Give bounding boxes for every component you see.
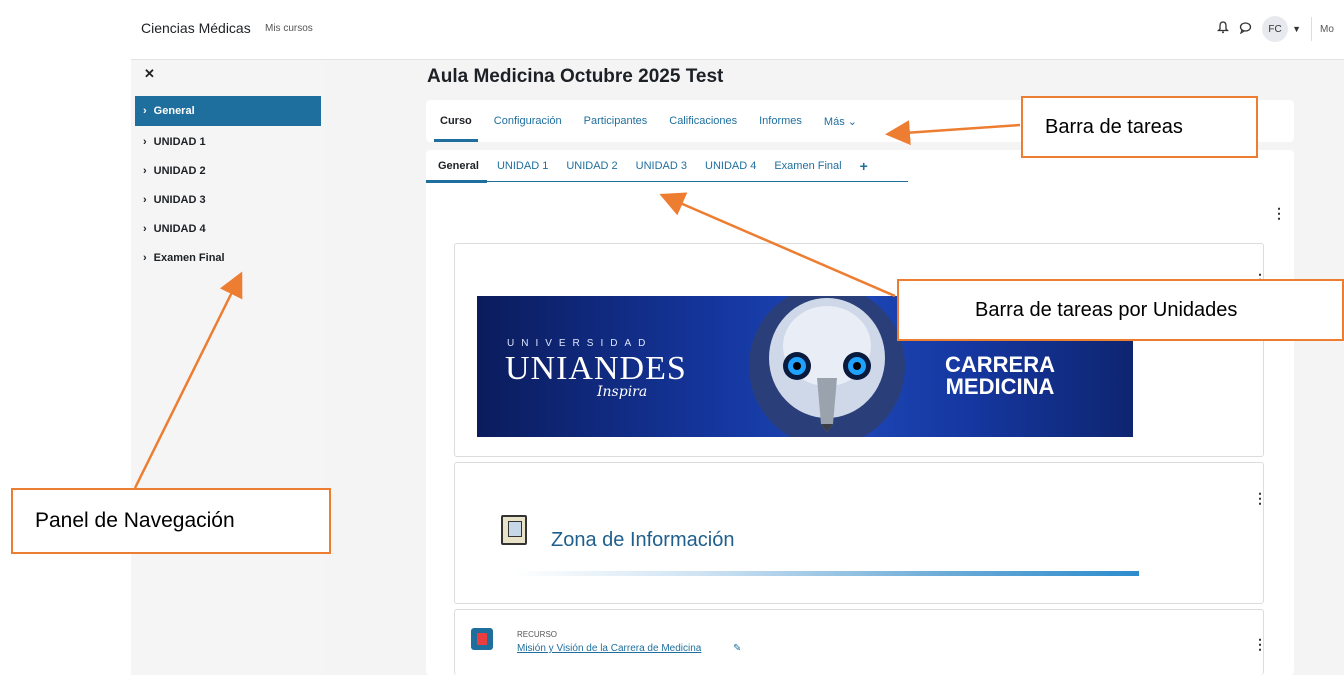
- drawer-item-label: UNIDAD 1: [153, 135, 206, 148]
- banner-tagline: Inspira: [597, 384, 648, 400]
- bell-icon[interactable]: [1212, 21, 1234, 37]
- unit-tabs: General UNIDAD 1 UNIDAD 2 UNIDAD 3 UNIDA…: [426, 150, 908, 183]
- callout-barra-tareas: Barra de tareas: [1021, 96, 1258, 158]
- banner-section: ⋮ UNIVERSIDAD UNIANDES Inspira CARRERA M…: [454, 243, 1267, 457]
- zona-informacion-title: Zona de Información: [551, 529, 735, 551]
- unit-tab-unidad-1[interactable]: UNIDAD 1: [497, 150, 548, 182]
- drawer-item-general[interactable]: › General: [135, 96, 321, 126]
- message-bubble-icon[interactable]: [1234, 21, 1256, 37]
- banner-carrera-line1: CARRERA: [945, 352, 1055, 377]
- drawer-item-label: General: [153, 105, 195, 117]
- site-name-link[interactable]: Ciencias Médicas: [141, 20, 251, 36]
- tab-curso[interactable]: Curso: [434, 100, 478, 142]
- resource-type-label: RECURSO: [517, 630, 558, 639]
- zona-informacion-section: ⋮ Zona de Información: [454, 462, 1267, 604]
- zona-divider-bar: [513, 571, 1139, 576]
- top-navbar: Ciencias Médicas Mis cursos FC ▼ Mo: [131, 0, 1344, 60]
- unit-tab-examen-final[interactable]: Examen Final: [774, 150, 841, 182]
- unit-tab-unidad-2[interactable]: UNIDAD 2: [566, 150, 617, 182]
- chevron-down-icon[interactable]: ▼: [1292, 24, 1301, 34]
- chevron-right-icon: ›: [143, 105, 147, 117]
- unit-tab-general[interactable]: General: [426, 150, 487, 183]
- drawer-item-unidad-1[interactable]: › UNIDAD 1: [135, 127, 321, 156]
- banner-carrera-line2: MEDICINA: [945, 374, 1055, 399]
- drawer-item-label: UNIDAD 3: [153, 193, 206, 206]
- section-menu-icon[interactable]: ⋮: [1272, 206, 1286, 220]
- chevron-right-icon: ›: [143, 135, 147, 148]
- resource-menu-icon[interactable]: ⋮: [1253, 637, 1267, 651]
- unit-tab-unidad-3[interactable]: UNIDAD 3: [636, 150, 687, 182]
- profile-card-icon: [501, 515, 527, 545]
- tab-mas[interactable]: Más ⌄: [824, 100, 857, 142]
- navbar-user-area: FC ▼ Mo: [1212, 14, 1344, 44]
- drawer-item-label: Examen Final: [153, 251, 225, 264]
- drawer-item-label: UNIDAD 4: [153, 222, 206, 235]
- chevron-right-icon: ›: [143, 193, 147, 206]
- tab-informes[interactable]: Informes: [759, 100, 802, 142]
- pencil-edit-icon[interactable]: ✎: [733, 643, 741, 654]
- course-content-card: General UNIDAD 1 UNIDAD 2 UNIDAD 3 UNIDA…: [426, 150, 1294, 675]
- tab-participantes[interactable]: Participantes: [584, 100, 648, 142]
- drawer-item-unidad-3[interactable]: › UNIDAD 3: [135, 185, 321, 214]
- drawer-item-unidad-2[interactable]: › UNIDAD 2: [135, 156, 321, 185]
- banner-uniandes-logo: UNIANDES: [505, 350, 687, 387]
- unit-tab-unidad-4[interactable]: UNIDAD 4: [705, 150, 756, 182]
- user-avatar[interactable]: FC: [1262, 16, 1289, 42]
- chevron-right-icon: ›: [143, 164, 147, 177]
- pdf-resource-icon: [471, 628, 493, 650]
- zona-menu-icon[interactable]: ⋮: [1253, 491, 1267, 505]
- drawer-item-examen-final[interactable]: › Examen Final: [135, 243, 321, 272]
- edit-mode-label[interactable]: Mo: [1320, 24, 1344, 35]
- course-index-list: › General › UNIDAD 1 › UNIDAD 2 › UNIDAD 3 ›…: [135, 96, 321, 272]
- drawer-item-unidad-4[interactable]: › UNIDAD 4: [135, 214, 321, 243]
- callout-panel-navegacion: Panel de Navegación: [11, 488, 331, 554]
- navbar-divider: [1311, 17, 1312, 41]
- eagle-illustration: [749, 296, 905, 437]
- resource-link[interactable]: Misión y Visión de la Carrera de Medicin…: [517, 643, 701, 654]
- drawer-item-label: UNIDAD 2: [153, 164, 206, 177]
- tab-calificaciones[interactable]: Calificaciones: [669, 100, 737, 142]
- tab-configuracion[interactable]: Configuración: [494, 100, 562, 142]
- resource-row: RECURSO Misión y Visión de la Carrera de…: [454, 609, 1267, 675]
- banner-universidad-text: UNIVERSIDAD: [507, 338, 653, 349]
- callout-barra-unidades: Barra de tareas por Unidades: [897, 279, 1344, 341]
- close-icon[interactable]: ✕: [144, 66, 155, 82]
- course-index-drawer: ✕ › General › UNIDAD 1 › UNIDAD 2 › UNIDAD 3…: [131, 60, 325, 675]
- page-title: Aula Medicina Octubre 2025 Test: [427, 66, 724, 87]
- chevron-right-icon: ›: [143, 251, 147, 264]
- my-courses-link[interactable]: Mis cursos: [265, 23, 313, 34]
- chevron-right-icon: ›: [143, 222, 147, 235]
- add-section-icon[interactable]: +: [860, 150, 868, 182]
- banner-carrera-text: CARRERA MEDICINA: [945, 354, 1055, 398]
